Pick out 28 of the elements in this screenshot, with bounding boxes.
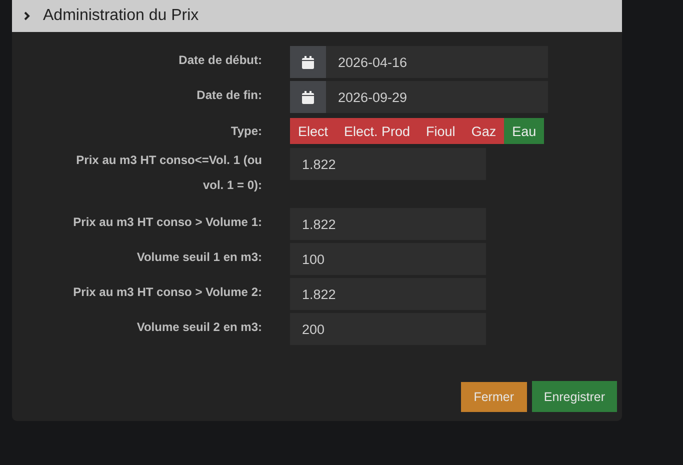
field-label: Date de fin: — [196, 87, 262, 101]
date-field[interactable]: 2026-04-16 — [326, 46, 548, 78]
field-label: Prix au m3 HT conso<=Vol. 1 (ou vol. 1 = 0): — [75, 152, 262, 194]
panel-header[interactable]: Administration du Prix — [12, 0, 622, 32]
field-label: Date de début: — [178, 52, 262, 66]
number-field[interactable]: 200 — [290, 313, 486, 345]
field-label: Type: — [230, 123, 262, 137]
type-option[interactable]: Eau — [504, 118, 544, 144]
chevron-icon — [23, 11, 31, 21]
save-button[interactable]: Enregistrer — [532, 381, 617, 412]
type-option[interactable]: Elect. Prod — [336, 118, 418, 144]
calendar-icon — [302, 90, 314, 104]
calendar-button[interactable] — [290, 46, 326, 78]
panel-title: Administration du Prix — [43, 7, 199, 25]
number-field[interactable]: 1.822 — [290, 148, 486, 180]
number-field[interactable]: 1.822 — [290, 208, 486, 240]
calendar-button[interactable] — [290, 81, 326, 113]
field-label: Volume seuil 1 en m3: — [136, 249, 262, 263]
field-label: Prix au m3 HT conso > Volume 2: — [72, 284, 262, 298]
type-option[interactable]: Gaz — [463, 118, 504, 144]
field-label: Prix au m3 HT conso > Volume 1: — [72, 214, 262, 228]
date-field[interactable]: 2026-09-29 — [326, 81, 548, 113]
type-option[interactable]: Fioul — [418, 118, 464, 144]
field-label: Volume seuil 2 en m3: — [136, 319, 262, 333]
number-field[interactable]: 1.822 — [290, 278, 486, 310]
calendar-icon — [302, 56, 314, 68]
type-option[interactable]: Elect — [290, 118, 336, 144]
number-field[interactable]: 100 — [290, 243, 486, 275]
